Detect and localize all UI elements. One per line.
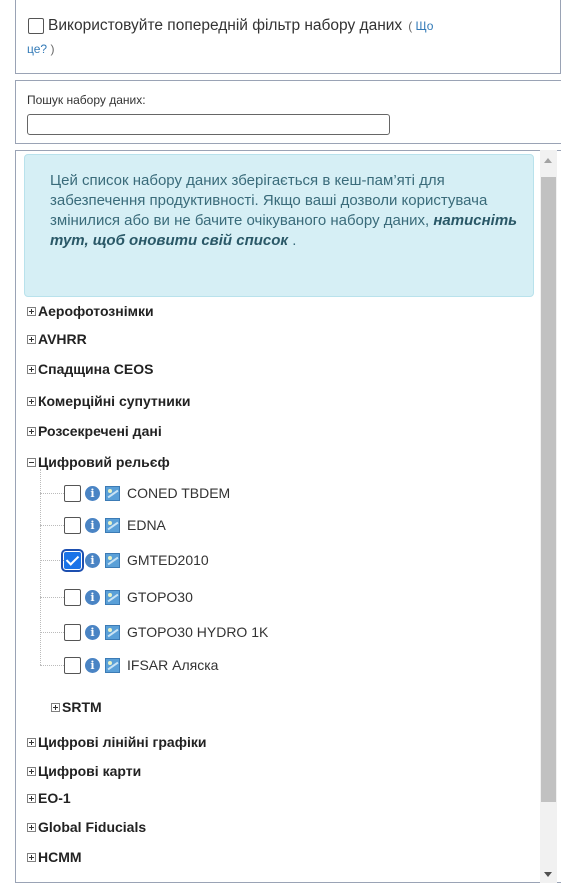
tree-guide-line: [40, 493, 64, 494]
tree-guide-line: [40, 469, 41, 665]
tree-scrollbar[interactable]: [540, 150, 557, 883]
tree-guide-line: [40, 632, 64, 633]
plus-box-icon[interactable]: [27, 766, 36, 776]
map-footprint-icon[interactable]: [105, 552, 120, 568]
category-node: Аерофотознімки: [27, 303, 154, 319]
what-is-this-link-continued[interactable]: це?: [27, 42, 47, 56]
map-footprint-icon[interactable]: [105, 517, 120, 533]
info-icon[interactable]: i: [85, 552, 100, 568]
dataset-item: i CONED TBDEM: [64, 482, 230, 504]
dataset-label[interactable]: IFSAR Аляска: [127, 657, 218, 673]
category-node: HCMM: [27, 849, 82, 865]
plus-box-icon[interactable]: [27, 334, 36, 344]
info-icon[interactable]: i: [85, 657, 100, 673]
help-open-paren: (: [408, 19, 413, 33]
plus-box-icon[interactable]: [27, 852, 36, 862]
tree-guide-line: [40, 665, 64, 666]
dataset-search-panel: Пошук набору даних:: [15, 80, 561, 144]
subcategory-node: SRTM: [51, 699, 102, 715]
dataset-label[interactable]: GTOPO30: [127, 589, 193, 605]
map-footprint-icon[interactable]: [105, 485, 120, 501]
prior-filter-help-continued: це? ): [27, 42, 54, 56]
dataset-checkbox[interactable]: [64, 484, 81, 502]
dataset-item: i EDNA: [64, 514, 166, 536]
prior-filter-help: ( Що: [408, 19, 433, 33]
plus-box-icon[interactable]: [27, 306, 36, 316]
dataset-item: i GTOPO30 HYDRO 1K: [64, 621, 268, 643]
tree-guide-line: [40, 560, 64, 561]
dataset-item: i GMTED2010: [61, 548, 209, 572]
category-node: AVHRR: [27, 331, 87, 347]
map-footprint-icon[interactable]: [105, 624, 120, 640]
info-icon[interactable]: i: [85, 624, 100, 640]
category-label[interactable]: AVHRR: [38, 331, 87, 347]
tree-guide-line: [40, 597, 64, 598]
cache-notice: Цей список набору даних зберігається в к…: [24, 154, 534, 297]
cache-notice-message: Цей список набору даних зберігається в к…: [50, 172, 488, 229]
category-node: Global Fiducials: [27, 819, 146, 835]
scroll-down-arrow-icon[interactable]: [544, 872, 552, 877]
dataset-checkbox-checked[interactable]: [61, 548, 84, 572]
category-label[interactable]: Аерофотознімки: [38, 303, 154, 319]
dataset-label[interactable]: GTOPO30 HYDRO 1K: [127, 624, 268, 640]
dataset-label[interactable]: CONED TBDEM: [127, 485, 230, 501]
category-node: EO-1: [27, 790, 71, 806]
dataset-tree-panel: Цей список набору даних зберігається в к…: [15, 150, 561, 883]
prior-filter-label[interactable]: Використовуйте попередній фільтр набору …: [48, 17, 402, 35]
plus-box-icon[interactable]: [27, 364, 36, 374]
tree-guide-line: [40, 525, 64, 526]
plus-box-icon[interactable]: [27, 737, 36, 747]
plus-box-icon[interactable]: [27, 822, 36, 832]
dataset-checkbox[interactable]: [64, 656, 81, 674]
plus-box-icon[interactable]: [27, 793, 36, 803]
prior-filter-row: Використовуйте попередній фільтр набору …: [28, 17, 433, 35]
cache-notice-text: Цей список набору даних зберігається в к…: [50, 171, 520, 251]
category-label[interactable]: Розсекречені дані: [38, 423, 162, 439]
category-label[interactable]: Цифрові карти: [38, 763, 141, 779]
prior-filter-checkbox[interactable]: [28, 18, 44, 34]
category-node: Розсекречені дані: [27, 423, 162, 439]
scrollbar-thumb[interactable]: [541, 177, 556, 802]
dataset-checkbox[interactable]: [64, 588, 81, 606]
plus-box-icon[interactable]: [27, 426, 36, 436]
minus-box-icon[interactable]: [27, 457, 36, 467]
map-footprint-icon[interactable]: [105, 657, 120, 673]
category-node: Цифрові карти: [27, 763, 141, 779]
category-label[interactable]: Комерційні супутники: [38, 393, 190, 409]
dataset-item: i GTOPO30: [64, 586, 193, 608]
category-label[interactable]: EO-1: [38, 790, 71, 806]
what-is-this-link[interactable]: Що: [416, 19, 434, 33]
category-node-expanded: Цифровий рельєф: [27, 454, 170, 470]
dataset-item: i IFSAR Аляска: [64, 654, 218, 676]
subcategory-label[interactable]: SRTM: [62, 699, 102, 715]
help-close-paren: ): [50, 42, 55, 56]
dataset-checkbox[interactable]: [64, 516, 81, 534]
dataset-label[interactable]: EDNA: [127, 517, 166, 533]
dataset-search-input[interactable]: [27, 114, 390, 135]
category-label[interactable]: Global Fiducials: [38, 819, 146, 835]
category-label[interactable]: Спадщина CEOS: [38, 361, 153, 377]
category-label[interactable]: Цифрові лінійні графіки: [38, 734, 206, 750]
category-node: Комерційні супутники: [27, 393, 190, 409]
dataset-label[interactable]: GMTED2010: [127, 552, 209, 568]
map-footprint-icon[interactable]: [105, 589, 120, 605]
scroll-up-arrow-icon[interactable]: [544, 158, 552, 163]
category-label[interactable]: HCMM: [38, 849, 82, 865]
info-icon[interactable]: i: [85, 589, 100, 605]
category-label[interactable]: Цифровий рельєф: [38, 454, 170, 470]
category-node: Спадщина CEOS: [27, 361, 153, 377]
info-icon[interactable]: i: [85, 517, 100, 533]
dataset-checkbox[interactable]: [64, 623, 81, 641]
plus-box-icon[interactable]: [51, 702, 60, 712]
plus-box-icon[interactable]: [27, 396, 36, 406]
cache-notice-suffix: .: [292, 232, 297, 249]
dataset-search-label: Пошук набору даних:: [27, 93, 146, 107]
prior-filter-panel: Використовуйте попередній фільтр набору …: [15, 0, 561, 74]
info-icon[interactable]: i: [85, 485, 100, 501]
category-node: Цифрові лінійні графіки: [27, 734, 206, 750]
